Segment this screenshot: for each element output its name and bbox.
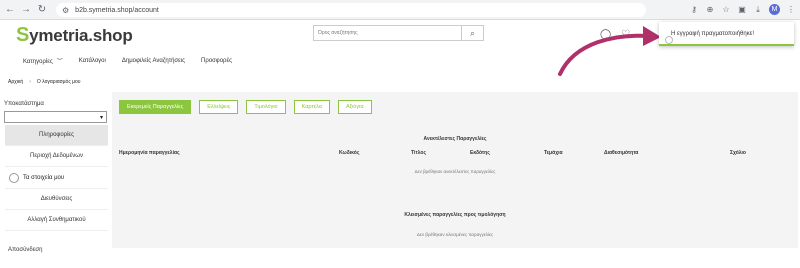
sidebar-item-data-area[interactable]: Περιοχή Δεδομένων (5, 146, 108, 167)
column-header: Διαθεσιμότητα (604, 150, 639, 156)
site-info-icon[interactable]: ⚙ (62, 6, 69, 15)
open-orders-empty-message: Δεν βρέθηκαν ανεκτέλεστες παραγγελίες (414, 169, 496, 174)
logo-text: ymetria.shop (29, 25, 133, 45)
branch-label: Υποκατάστημα (4, 101, 44, 107)
nav-item-catalogs[interactable]: Κατάλογοι (79, 58, 106, 64)
tab-pending-orders[interactable]: Εκκρεμείς Παραγγελίες (119, 100, 192, 114)
tab-cheques[interactable]: Αξιόγια (337, 100, 372, 114)
site-logo[interactable]: S ymetria.shop (16, 24, 133, 47)
forward-icon[interactable]: → (20, 4, 32, 16)
search-button[interactable]: ⌕ (461, 26, 483, 40)
sidebar-item-info[interactable]: Πληροφορίες (5, 125, 108, 146)
breadcrumb-separator-icon: › (29, 79, 31, 85)
chevron-down-icon: ﹀ (56, 59, 63, 65)
account-content: Εκκρεμείς Παραγγελίες Ελλείψεις Τιμολόγι… (112, 92, 798, 248)
breadcrumb-home[interactable]: Αρχική (8, 79, 23, 85)
menu-icon[interactable]: ⋮ (786, 5, 796, 14)
open-orders-header-row: Ημερομηνία παραγγελίας Κωδικός Τίτλος Εκ… (112, 150, 798, 158)
toast-message: Η εγγραφή πραγματοποιήθηκε! (671, 31, 755, 37)
nav-item-label: Κατηγορίες (23, 59, 53, 65)
nav-item-offers[interactable]: Προσφορές (201, 58, 232, 64)
reload-icon[interactable]: ↻ (36, 4, 48, 16)
sidebar-menu: Πληροφορίες Περιοχή Δεδομένων Τα στοιχεί… (5, 125, 108, 231)
profile-avatar[interactable]: M (769, 4, 780, 15)
toast-notification: Η εγγραφή πραγματοποιήθηκε! (659, 22, 794, 46)
column-header: Ημερομηνία παραγγελίας (119, 150, 180, 156)
breadcrumb-current: Ο λογαριασμός μου (36, 79, 81, 85)
browser-toolbar: ← → ↻ ⚙ b2b.symetria.shop/account ⚷ ⊕ ☆ … (0, 0, 800, 20)
sidebar-item-label: Τα στοιχεία μου (23, 174, 65, 181)
nav-item-popular-searches[interactable]: Δημοφιλείς Αναζητήσεις (122, 58, 185, 64)
column-header: Τεμάχια (544, 150, 563, 156)
search-box: ⌕ (313, 25, 484, 41)
nav-item-categories[interactable]: Κατηγορίες ﹀ (23, 56, 63, 65)
zoom-icon[interactable]: ⊕ (705, 5, 715, 14)
toast-progress-bar (659, 44, 794, 46)
tab-statement[interactable]: Καρτέλα (293, 100, 330, 114)
sidebar-item-change-password[interactable]: Αλλαγή Συνθηματικού (5, 210, 108, 231)
open-orders-title: Ανεκτέλεστες Παραγγελίες (423, 136, 487, 142)
back-icon[interactable]: ← (4, 4, 16, 16)
url-text: b2b.symetria.shop/account (75, 6, 159, 14)
search-input[interactable] (314, 26, 461, 40)
search-icon: ⌕ (469, 27, 476, 38)
sidebar-item-addresses[interactable]: Διευθύνσεις (5, 189, 108, 210)
address-bar[interactable]: ⚙ b2b.symetria.shop/account (56, 3, 646, 17)
column-header: Εκδότης (470, 150, 490, 156)
tab-invoice[interactable]: Τιμολόγιο (246, 100, 286, 114)
column-header: Τίτλος (411, 150, 427, 156)
logout-link[interactable]: Αποσύνδεση (8, 247, 42, 253)
orders-tabs: Εκκρεμείς Παραγγελίες Ελλείψεις Τιμολόγι… (119, 100, 372, 114)
bookmark-star-icon[interactable]: ☆ (721, 5, 731, 14)
column-header: Σχόλιο (730, 150, 746, 156)
chevron-down-icon: ▾ (99, 114, 103, 121)
closed-orders-title: Κλεισμένες παραγγελίες προς τιμολόγηση (404, 212, 506, 218)
download-icon[interactable]: ⤓ (753, 5, 763, 15)
loading-spinner-icon (665, 36, 673, 44)
account-sidebar: Υποκατάστημα ▾ Πληροφορίες Περιοχή Δεδομ… (0, 95, 110, 253)
extensions-icon[interactable]: ▣ (737, 5, 747, 14)
column-header: Κωδικός (339, 150, 360, 156)
tab-shortages[interactable]: Ελλείψεις (199, 100, 239, 114)
user-icon (9, 172, 19, 183)
sidebar-item-my-details[interactable]: Τα στοιχεία μου (5, 167, 108, 189)
annotation-arrow (558, 26, 661, 76)
logo-mark: S (16, 24, 30, 46)
closed-orders-empty-message: Δεν βρέθηκαν κλεισμένες παραγγελίες (416, 232, 494, 237)
branch-select[interactable]: ▾ (4, 111, 107, 123)
breadcrumb: Αρχική › Ο λογαριασμός μου (8, 79, 81, 85)
main-nav: Κατηγορίες ﹀ Κατάλογοι Δημοφιλείς Αναζητή… (23, 56, 232, 66)
key-icon[interactable]: ⚷ (689, 5, 699, 14)
